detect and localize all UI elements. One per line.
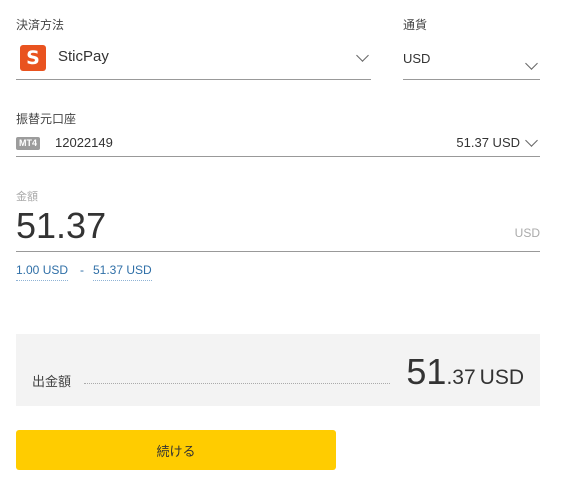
account-number: 12022149	[55, 135, 113, 150]
source-account-select[interactable]: MT4 12022149 51.37 USD	[16, 130, 540, 157]
chevron-down-icon	[525, 134, 538, 147]
payment-method-value: SticPay	[58, 48, 109, 65]
summary-currency: USD	[479, 366, 524, 389]
range-separator: -	[80, 263, 84, 277]
withdrawal-summary: 出金額 51.37 USD	[16, 334, 540, 406]
summary-amount: 51.37 USD	[406, 351, 524, 393]
max-amount-link[interactable]: 51.37 USD	[93, 263, 152, 281]
currency-value: USD	[403, 51, 431, 66]
amount-unit: USD	[514, 226, 540, 240]
amount-field: USD	[16, 202, 540, 252]
payment-method-select[interactable]: S SticPay	[16, 38, 371, 80]
chevron-down-icon	[525, 57, 538, 70]
summary-amount-decimal: .37	[446, 366, 476, 389]
summary-label: 出金額	[32, 374, 72, 389]
account-balance: 51.37 USD	[456, 135, 520, 150]
payment-method-label: 決済方法	[16, 18, 65, 32]
summary-amount-integer: 51	[406, 351, 447, 392]
source-account-label: 振替元口座	[16, 112, 77, 126]
amount-input[interactable]	[16, 205, 476, 247]
dotted-leader	[84, 383, 390, 384]
sticpay-logo: S	[20, 45, 46, 71]
currency-select[interactable]: USD	[403, 38, 540, 80]
min-amount-link[interactable]: 1.00 USD	[16, 263, 69, 281]
currency-label: 通貨	[403, 18, 428, 32]
platform-badge: MT4	[16, 137, 40, 150]
chevron-down-icon	[356, 49, 369, 62]
continue-button[interactable]: 続ける	[16, 430, 336, 470]
